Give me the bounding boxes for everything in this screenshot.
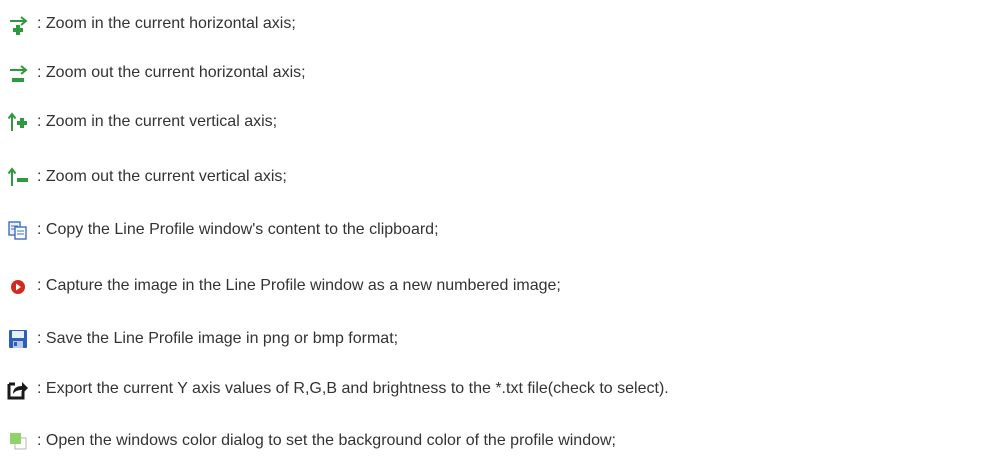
export-icon: [6, 377, 30, 401]
list-item: : Copy the Line Profile window's content…: [0, 214, 1007, 246]
list-item-text: : Zoom out the current vertical axis;: [37, 168, 287, 185]
list-item: : Open the windows color dialog to set t…: [0, 425, 1007, 457]
list-item-text: : Zoom out the current horizontal axis;: [37, 64, 306, 81]
list-item-text: : Zoom in the current horizontal axis;: [37, 15, 296, 32]
list-item-text: : Copy the Line Profile window's content…: [37, 221, 439, 238]
list-item: : Capture the image in the Line Profile …: [0, 270, 1007, 302]
save-icon: [6, 327, 30, 351]
list-item-text: : Capture the image in the Line Profile …: [37, 277, 561, 294]
list-item-text: : Open the windows color dialog to set t…: [37, 432, 616, 449]
zoom-out-vertical-icon: [6, 165, 30, 189]
zoom-in-horizontal-icon: [6, 12, 30, 36]
list-item: : Zoom out the current horizontal axis;: [0, 57, 1007, 89]
list-item: : Zoom out the current vertical axis;: [0, 161, 1007, 193]
capture-icon: [6, 274, 30, 298]
list-item-text: : Save the Line Profile image in png or …: [37, 330, 399, 347]
list-item: : Export the current Y axis values of R,…: [0, 373, 1007, 405]
list-item-text: : Export the current Y axis values of R,…: [37, 380, 669, 397]
list-item: : Zoom in the current horizontal axis;: [0, 8, 1007, 40]
zoom-out-horizontal-icon: [6, 61, 30, 85]
list-item: : Save the Line Profile image in png or …: [0, 323, 1007, 355]
copy-icon: [6, 218, 30, 242]
zoom-in-vertical-icon: [6, 110, 30, 134]
list-item-text: : Zoom in the current vertical axis;: [37, 113, 278, 130]
list-item: : Zoom in the current vertical axis;: [0, 106, 1007, 138]
background-color-icon: [6, 429, 30, 453]
